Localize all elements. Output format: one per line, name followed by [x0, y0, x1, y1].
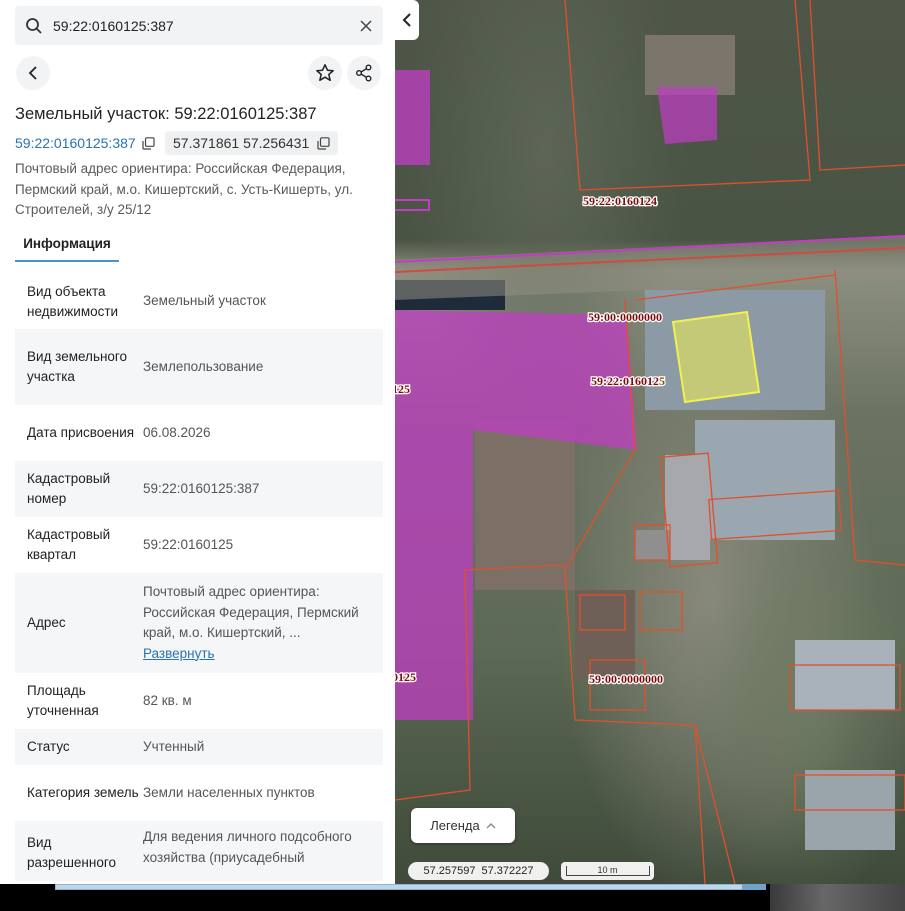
map-label-fragment-0125: 0125 — [395, 670, 416, 684]
row-value: 82 кв. м — [143, 692, 192, 708]
copy-icon[interactable] — [317, 136, 330, 150]
scale-bar: 10 m — [561, 862, 654, 880]
table-row: Адрес Почтовый адрес ориентира: Российск… — [15, 573, 383, 673]
building-roof — [475, 420, 575, 590]
row-label: Вид земельного участка — [27, 349, 128, 384]
row-value: Почтовый адрес ориентира: Российская Фед… — [143, 584, 359, 640]
close-icon — [360, 19, 372, 32]
table-row: Вид объекта недвижимости Земельный участ… — [15, 274, 383, 329]
row-value: Земельный участок — [143, 293, 266, 309]
building-roof — [635, 530, 670, 560]
building-roof — [645, 35, 735, 95]
clear-search-button[interactable] — [349, 19, 383, 32]
zone-polygon — [395, 70, 430, 165]
row-value: 59:22:0160125 — [143, 536, 234, 552]
zone-outline — [395, 199, 430, 211]
table-row: Кадастровый квартал 59:22:0160125 — [15, 517, 383, 573]
share-icon — [356, 64, 372, 82]
table-row: Вид земельного участка Землепользование — [15, 329, 383, 405]
row-label: Адрес — [27, 615, 66, 630]
map-label-zero-bottom: 59:00:0000000 — [589, 672, 663, 686]
row-label: Категория земель — [27, 785, 139, 800]
map-bottom-strip — [770, 884, 905, 911]
row-value: 06.08.2026 — [143, 424, 211, 440]
map-label-quarter-124: 59:22:0160124 — [583, 194, 657, 208]
horizontal-scrollbar[interactable] — [55, 884, 765, 890]
search-bar — [15, 6, 383, 45]
row-label: Дата присвоения — [27, 425, 135, 440]
back-button[interactable] — [16, 56, 50, 90]
row-label: Статус — [27, 739, 70, 754]
coordinates-text: 57.371861 57.256431 — [173, 135, 310, 151]
row-value-container: Почтовый адрес ориентира: Российская Фед… — [143, 582, 383, 664]
cursor-coordinate-lat: 57.257597 — [423, 865, 476, 877]
cadastral-number-link[interactable]: 59:22:0160125:387 — [15, 135, 136, 151]
address-text: Почтовый адрес ориентира: Российская Фед… — [15, 161, 353, 217]
cadastral-number-chip[interactable]: 59:22:0160125:387 — [15, 133, 155, 153]
chevron-left-icon — [402, 13, 411, 27]
cursor-coordinates: 57.257597 57.372227 — [408, 862, 549, 880]
table-row: Кадастровый номер 59:22:0160125:387 — [15, 461, 383, 517]
page-title: Земельный участок: 59:22:0160125:387 — [15, 105, 317, 123]
scale-label: 10 m — [565, 866, 650, 876]
row-value: Земли населенных пунктов — [143, 784, 315, 800]
cursor-coordinate-lon: 57.372227 — [481, 865, 534, 877]
row-label: Кадастровый квартал — [27, 527, 111, 562]
row-value: 59:22:0160125:387 — [143, 480, 260, 496]
map-overlay: 59:22:0160124 59:00:0000000 59:22:016012… — [395, 0, 905, 884]
tab-information[interactable]: Информация — [15, 226, 119, 262]
search-icon — [15, 17, 53, 35]
table-row: Площадь уточненная 82 кв. м — [15, 673, 383, 729]
share-button[interactable] — [347, 56, 381, 90]
row-value: Для ведения личного подсобного хозяйства… — [143, 829, 352, 865]
building-roof — [795, 640, 895, 710]
favorite-button[interactable] — [308, 56, 342, 90]
building-roof — [665, 455, 710, 560]
row-value: Учтенный — [143, 738, 205, 754]
row-label: Вид объекта недвижимости — [27, 283, 119, 319]
coordinates-chip[interactable]: 57.371861 57.256431 — [165, 131, 339, 155]
chevron-up-icon — [486, 822, 496, 828]
collapse-panel-button[interactable] — [395, 0, 419, 40]
building-roof — [575, 590, 635, 680]
chevron-left-icon — [28, 66, 37, 80]
zone-polygon — [657, 87, 717, 144]
table-row: Вид разрешенного Для ведения личного под… — [15, 821, 383, 881]
info-panel: Земельный участок: 59:22:0160125:387 59:… — [0, 0, 395, 884]
legend-label: Легенда — [430, 818, 480, 833]
star-icon — [316, 64, 334, 82]
table-row: Дата присвоения 06.08.2026 — [15, 405, 383, 461]
map-view[interactable]: 59:22:0160124 59:00:0000000 59:22:016012… — [395, 0, 905, 884]
expand-link[interactable]: Развернуть — [143, 644, 383, 665]
map-label-fragment-125: 125 — [395, 382, 410, 396]
row-label: Площадь уточненная — [27, 683, 99, 718]
horizontal-scrollbar-thumb[interactable] — [742, 884, 766, 890]
selected-parcel[interactable] — [671, 310, 761, 404]
map-label-quarter-125-text: 59:22:016012 — [591, 374, 659, 388]
table-row: Категория земель Земли населенных пункто… — [15, 765, 383, 821]
row-value: Землепользование — [143, 358, 264, 374]
info-table: Вид объекта недвижимости Земельный участ… — [15, 274, 383, 881]
map-label-zero-top: 59:00:0000000 — [588, 310, 662, 324]
search-input[interactable] — [53, 17, 349, 34]
row-label: Вид разрешенного — [27, 835, 116, 870]
building-roof — [695, 420, 835, 540]
map-label-quarter-125: 59:22:0160125 — [591, 374, 665, 388]
row-label: Кадастровый номер — [27, 471, 111, 506]
table-row: Статус Учтенный — [15, 729, 383, 765]
map-label-quarter-125-digit: 5 — [659, 374, 665, 388]
legend-button[interactable]: Легенда — [411, 808, 515, 843]
copy-icon[interactable] — [142, 136, 155, 150]
